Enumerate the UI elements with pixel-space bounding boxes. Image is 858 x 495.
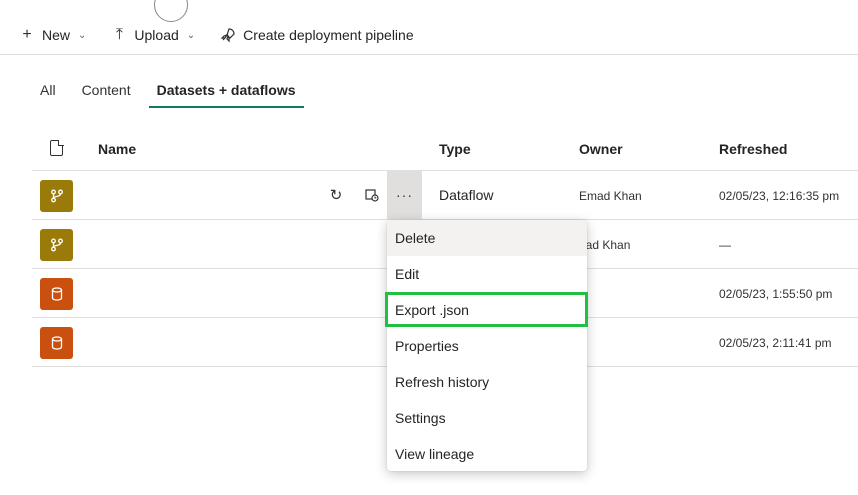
pipeline-label: Create deployment pipeline <box>243 27 414 43</box>
more-options-button[interactable]: ··· <box>387 171 422 219</box>
menu-item-delete[interactable]: Delete <box>387 220 587 256</box>
upload-button[interactable]: ⤒ Upload ⌄ <box>110 26 195 44</box>
table-header: Name Type Owner Refreshed <box>32 128 858 171</box>
menu-item-refresh-history[interactable]: Refresh history <box>387 364 587 400</box>
menu-item-settings[interactable]: Settings <box>387 400 587 436</box>
upload-label: Upload <box>134 27 179 43</box>
toolbar: + New ⌄ ⤒ Upload ⌄ Create deployment pip… <box>0 18 858 52</box>
schedule-refresh-icon[interactable] <box>363 186 381 204</box>
tab-all[interactable]: All <box>40 82 56 108</box>
dataset-icon <box>40 278 73 310</box>
rocket-icon <box>219 27 237 43</box>
refresh-icon[interactable]: ↻ <box>327 186 345 204</box>
refreshed-cell: 02/05/23, 12:16:35 pm <box>719 189 840 203</box>
upload-icon: ⤒ <box>115 26 123 43</box>
column-header-type[interactable]: Type <box>439 141 471 157</box>
menu-item-export-json[interactable]: Export .json <box>387 292 587 328</box>
column-header-refreshed[interactable]: Refreshed <box>719 141 787 157</box>
new-label: New <box>42 27 71 43</box>
refreshed-cell: 02/05/23, 1:55:50 pm <box>719 287 833 301</box>
dataflow-icon <box>40 180 73 212</box>
plus-icon: + <box>22 26 32 43</box>
new-button[interactable]: + New ⌄ <box>18 26 86 44</box>
menu-item-edit[interactable]: Edit <box>387 256 587 292</box>
refreshed-cell: 02/05/23, 2:11:41 pm <box>719 336 832 350</box>
owner-cell: Emad Khan <box>579 189 642 203</box>
tab-datasets-dataflows[interactable]: Datasets + dataflows <box>148 82 304 108</box>
column-header-name[interactable]: Name <box>98 141 136 157</box>
context-menu: Delete Edit Export .json Properties Refr… <box>387 220 587 471</box>
create-deployment-pipeline-button[interactable]: Create deployment pipeline <box>219 27 414 43</box>
refreshed-cell: — <box>719 238 731 252</box>
file-icon <box>50 139 64 156</box>
chevron-down-icon: ⌄ <box>186 29 196 41</box>
menu-item-view-lineage[interactable]: View lineage <box>387 436 587 472</box>
toolbar-divider <box>0 54 858 55</box>
type-cell: Dataflow <box>439 187 494 203</box>
dataflow-icon <box>40 229 73 261</box>
table-row[interactable]: ↻ ··· Dataflow Emad Khan 02/05/23, 12:16… <box>32 171 858 220</box>
tab-content[interactable]: Content <box>82 82 131 108</box>
tab-bar: All Content Datasets + dataflows <box>40 82 330 108</box>
dataset-icon <box>40 327 73 359</box>
chevron-down-icon: ⌄ <box>78 29 87 41</box>
column-header-owner[interactable]: Owner <box>579 141 623 157</box>
menu-item-properties[interactable]: Properties <box>387 328 587 364</box>
